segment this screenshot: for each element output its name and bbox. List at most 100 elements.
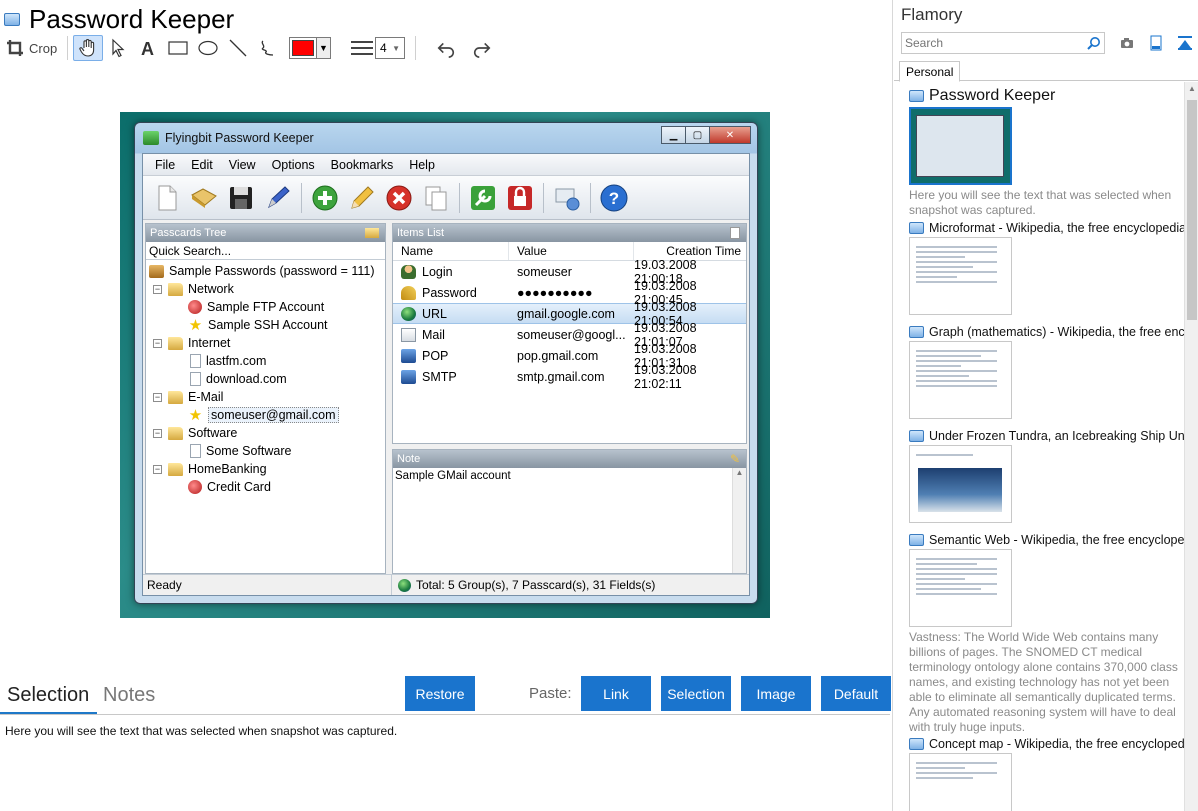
tree-group-label: HomeBanking — [188, 462, 267, 476]
menu-bookmarks: Bookmarks — [330, 157, 394, 172]
tab-personal[interactable]: Personal — [899, 61, 960, 82]
redo-icon — [473, 42, 491, 58]
document-icon — [190, 444, 201, 458]
snapshot-description: Here you will see the text that was sele… — [909, 188, 1172, 217]
tree-header-label: Passcards Tree — [150, 227, 227, 239]
item-value: someuser@googl... — [517, 327, 626, 342]
collapse-top-icon[interactable] — [1176, 34, 1194, 52]
text-tool-button[interactable]: A — [133, 35, 163, 61]
redo-button[interactable] — [467, 35, 497, 61]
page-icon[interactable] — [1147, 34, 1165, 52]
window-icon — [909, 430, 924, 442]
toolbar-divider — [459, 182, 460, 213]
select-tool-button[interactable] — [103, 35, 133, 61]
folder-icon — [168, 462, 183, 476]
color-swatch — [292, 40, 314, 56]
red-circle-icon — [188, 300, 202, 314]
rectangle-tool-button[interactable] — [163, 35, 193, 61]
sidebar-scrollbar[interactable]: ▲ — [1184, 82, 1198, 811]
note-pane: Note ✎ Sample GMail account ▲ — [392, 449, 747, 574]
tree-group-label: Software — [188, 426, 238, 440]
tree-item: download.com — [146, 370, 385, 388]
app-statusbar: Ready Total: 5 Group(s), 7 Passcard(s), … — [143, 574, 749, 595]
list-item[interactable]: Password Keeper Here you will see the te… — [909, 87, 1184, 218]
color-picker[interactable]: ▼ — [289, 37, 331, 59]
tree-group: − Internet — [146, 334, 385, 352]
status-totals-text: Total: 5 Group(s), 7 Passcard(s), 31 Fie… — [416, 578, 656, 592]
tree-root: Sample Passwords (password = 111) — [146, 262, 385, 280]
undo-button[interactable] — [431, 35, 461, 61]
paste-image-button[interactable]: Image — [741, 676, 811, 711]
paste-default-button[interactable]: Default — [821, 676, 891, 711]
password-keeper-window: Flyingbit Password Keeper ▁ ▢ ✕ File Edi… — [134, 122, 758, 604]
tree-group: − HomeBanking — [146, 460, 385, 478]
menu-help: Help — [409, 157, 435, 172]
snapshot-thumbnail — [909, 753, 1012, 811]
line-width-icon — [351, 41, 373, 55]
star-icon: ★ — [188, 406, 203, 424]
note-text: Sample GMail account — [395, 470, 511, 482]
window-icon — [909, 90, 924, 102]
list-item[interactable]: Microformat - Wikipedia, the free encycl… — [909, 221, 1184, 315]
camera-icon[interactable] — [1118, 34, 1136, 52]
window-icon — [909, 738, 924, 750]
freehand-tool-button[interactable] — [253, 35, 283, 61]
globe-icon — [398, 578, 411, 592]
window-icon — [4, 12, 20, 26]
document-icon — [190, 372, 201, 386]
note-header-label: Note — [397, 453, 421, 465]
app-toolbar: ? — [143, 176, 749, 220]
collapse-icon: − — [153, 463, 162, 474]
snapshot-image[interactable]: Flyingbit Password Keeper ▁ ▢ ✕ File Edi… — [120, 112, 770, 618]
folder-icon — [168, 336, 183, 350]
list-item[interactable]: Concept map - Wikipedia, the free encycl… — [909, 737, 1184, 811]
window-controls: ▁ ▢ ✕ — [661, 126, 751, 144]
tree-item: Credit Card — [146, 478, 385, 496]
tab-selection[interactable]: Selection — [7, 684, 89, 707]
search-input[interactable] — [905, 36, 1075, 50]
pen-icon — [262, 182, 294, 214]
crop-label: Crop — [29, 40, 58, 56]
tree-item-selected: ★ someuser@gmail.com — [146, 406, 385, 424]
text-icon: A — [141, 39, 154, 58]
collapse-icon: − — [153, 337, 162, 348]
restore-button[interactable]: Restore — [405, 676, 475, 711]
tree-group: − Network — [146, 280, 385, 298]
paste-link-button[interactable]: Link — [581, 676, 651, 711]
status-totals: Total: 5 Group(s), 7 Passcard(s), 31 Fie… — [392, 578, 655, 592]
hand-tool-button[interactable] — [73, 35, 103, 61]
paste-selection-button[interactable]: Selection — [661, 676, 731, 711]
snapshot-title: Password Keeper — [929, 87, 1056, 104]
list-item[interactable]: Graph (mathematics) - Wikipedia, the fre… — [909, 325, 1184, 419]
line-tool-button[interactable] — [223, 35, 253, 61]
open-folder-icon — [188, 182, 220, 214]
column-value: Value — [509, 242, 634, 260]
item-value: ●●●●●●●●●● — [517, 285, 593, 300]
line-width-button[interactable] — [349, 35, 375, 61]
app-menubar: File Edit View Options Bookmarks Help — [143, 154, 749, 176]
list-item[interactable]: Under Frozen Tundra, an Icebreaking Ship… — [909, 429, 1184, 523]
list-item[interactable]: Semantic Web - Wikipedia, the free encyc… — [909, 533, 1184, 735]
scroll-up-icon[interactable]: ▲ — [1185, 84, 1198, 93]
line-width-select[interactable]: 4 ▼ — [375, 37, 405, 59]
tree-item-label: Some Software — [206, 444, 292, 458]
computer-icon — [401, 369, 416, 384]
items-list-pane: Items List Name Value Creation Time Logi… — [392, 223, 747, 444]
tree-group: − E-Mail — [146, 388, 385, 406]
document-icon — [190, 354, 201, 368]
scrollbar-thumb[interactable] — [1187, 100, 1197, 320]
tree-item: ★ Sample SSH Account — [146, 316, 385, 334]
crop-button[interactable]: Crop — [6, 35, 62, 61]
save-icon — [225, 182, 257, 214]
window-icon — [909, 326, 924, 338]
folder-icon — [168, 426, 183, 440]
search-icon[interactable] — [1087, 36, 1101, 50]
tree-group-label: E-Mail — [188, 390, 224, 404]
collapse-icon: − — [153, 427, 162, 438]
toolbar-divider — [415, 36, 416, 60]
search-box — [901, 32, 1105, 54]
box-icon — [149, 264, 164, 278]
tree-item-label: someuser@gmail.com — [208, 407, 339, 423]
tab-notes[interactable]: Notes — [103, 684, 155, 707]
ellipse-tool-button[interactable] — [193, 35, 223, 61]
